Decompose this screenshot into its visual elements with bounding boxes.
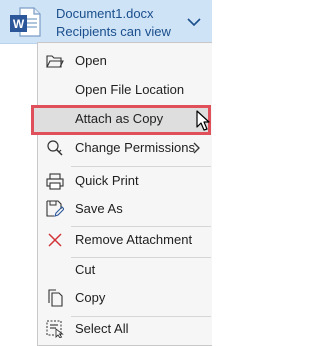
open-folder-icon: [46, 55, 64, 68]
chevron-right-icon: [193, 142, 200, 154]
menu-item-label: Save As: [75, 201, 123, 216]
attachment-chip[interactable]: W Document1.docx Recipients can view: [0, 0, 212, 44]
word-doc-icon: W: [10, 7, 41, 37]
attachment-permission: Recipients can view: [56, 24, 171, 39]
menu-item-remove-attachment[interactable]: Remove Attachment: [38, 227, 211, 253]
permissions-icon: [47, 140, 63, 156]
menu-item-label: Change Permissions: [75, 140, 195, 155]
menu-item-open[interactable]: Open: [38, 48, 211, 74]
menu-item-cut[interactable]: Cut: [38, 257, 211, 283]
close-icon: [48, 233, 62, 247]
mouse-pointer-icon: [196, 110, 210, 131]
menu-item-label: Remove Attachment: [75, 232, 193, 247]
menu-item-label: Open File Location: [75, 82, 185, 97]
menu-item-label: Open: [75, 53, 107, 68]
menu-item-save-as[interactable]: Save As: [38, 196, 211, 222]
printer-icon: [46, 173, 64, 190]
menu-item-open-file-location[interactable]: Open File Location: [38, 77, 211, 103]
word-icon-letter: W: [13, 17, 25, 31]
attachment-file-name: Document1.docx: [56, 6, 154, 21]
menu-item-label: Select All: [75, 321, 129, 336]
save-as-icon: [46, 200, 64, 217]
attachment-context-menu: Open Open File Location Attach as Copy C…: [31, 42, 212, 346]
menu-item-label: Attach as Copy: [75, 111, 164, 126]
copy-icon: [48, 289, 63, 307]
menu-item-copy[interactable]: Copy: [38, 285, 211, 311]
menu-item-attach-as-copy[interactable]: Attach as Copy: [31, 105, 211, 135]
menu-item-quick-print[interactable]: Quick Print: [38, 168, 211, 194]
menu-item-label: Cut: [75, 262, 96, 277]
select-all-icon: [46, 320, 64, 338]
menu-item-label: Copy: [75, 290, 106, 305]
menu-separator: [71, 166, 211, 167]
chevron-down-icon[interactable]: [186, 15, 202, 29]
menu-item-select-all[interactable]: Select All: [38, 316, 211, 342]
menu-item-change-permissions[interactable]: Change Permissions: [38, 135, 211, 161]
menu-item-label: Quick Print: [75, 173, 139, 188]
